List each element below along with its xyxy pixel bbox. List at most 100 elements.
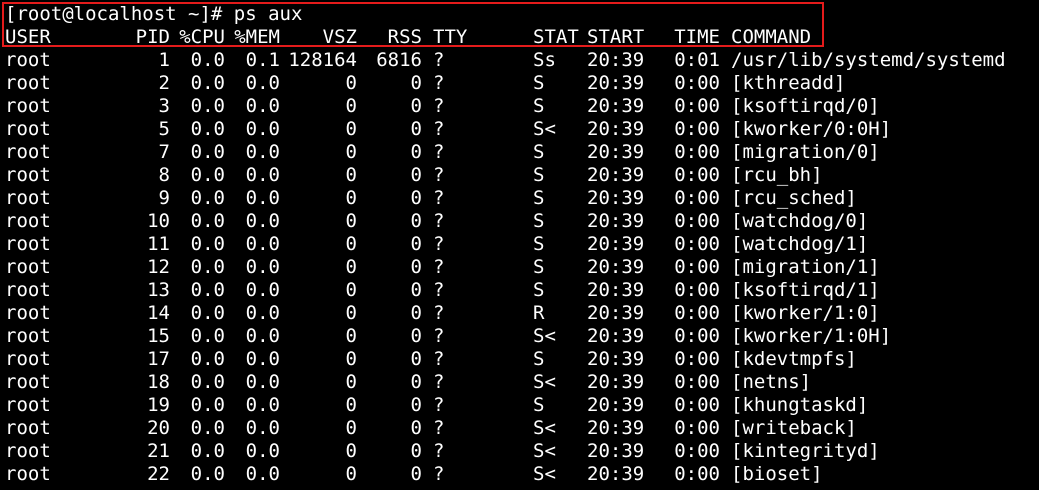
process-stat-cell: S <box>533 164 545 186</box>
process-tty-cell: ? <box>433 95 445 117</box>
process-vsz-cell: 0 <box>345 463 357 485</box>
process-command-cell: /usr/lib/systemd/systemd <box>731 49 1006 71</box>
process-command-cell: [netns] <box>731 371 812 393</box>
process-command-cell: [watchdog/1] <box>731 233 869 255</box>
header-time: TIME <box>674 26 720 48</box>
process-command-cell: [rcu_bh] <box>731 164 823 186</box>
process-vsz-cell: 0 <box>345 417 357 439</box>
process-mem-cell: 0.0 <box>245 325 280 347</box>
process-mem-cell: 0.0 <box>245 463 280 485</box>
process-tty-cell: ? <box>433 463 445 485</box>
process-vsz-cell: 0 <box>345 440 357 462</box>
process-rss-cell: 0 <box>410 72 422 94</box>
process-pid-cell: 8 <box>158 164 170 186</box>
process-time-cell: 0:00 <box>674 210 720 232</box>
process-mem-cell: 0.0 <box>245 72 280 94</box>
process-vsz-cell: 0 <box>345 279 357 301</box>
process-mem-cell: 0.0 <box>245 348 280 370</box>
process-stat-cell: S <box>533 233 545 255</box>
process-time-cell: 0:00 <box>674 141 720 163</box>
process-user-cell: root <box>5 302 51 324</box>
header-stat: STAT <box>533 26 579 48</box>
process-command-cell: [rcu_sched] <box>731 187 857 209</box>
process-stat-cell: S <box>533 187 545 209</box>
process-rss-cell: 0 <box>410 233 422 255</box>
process-pid-cell: 2 <box>158 72 170 94</box>
header-rss: RSS <box>387 26 422 48</box>
process-start-cell: 20:39 <box>587 371 645 393</box>
process-pid-cell: 21 <box>147 440 170 462</box>
process-command-cell: [bioset] <box>731 463 823 485</box>
process-user-cell: root <box>5 95 51 117</box>
process-vsz-cell: 0 <box>345 164 357 186</box>
process-vsz-cell: 0 <box>345 348 357 370</box>
process-start-cell: 20:39 <box>587 279 645 301</box>
process-rss-cell: 0 <box>410 440 422 462</box>
process-cpu-cell: 0.0 <box>190 72 225 94</box>
process-user-cell: root <box>5 141 51 163</box>
process-tty-cell: ? <box>433 348 445 370</box>
process-start-cell: 20:39 <box>587 118 645 140</box>
process-cpu-cell: 0.0 <box>190 187 225 209</box>
process-start-cell: 20:39 <box>587 72 645 94</box>
process-pid-cell: 3 <box>158 95 170 117</box>
process-mem-cell: 0.0 <box>245 233 280 255</box>
process-mem-cell: 0.0 <box>245 256 280 278</box>
process-cpu-cell: 0.0 <box>190 302 225 324</box>
process-cpu-cell: 0.0 <box>190 417 225 439</box>
process-vsz-cell: 0 <box>345 118 357 140</box>
process-mem-cell: 0.0 <box>245 302 280 324</box>
process-tty-cell: ? <box>433 141 445 163</box>
process-command-cell: [watchdog/0] <box>731 210 869 232</box>
process-stat-cell: S <box>533 95 545 117</box>
process-mem-cell: 0.0 <box>245 394 280 416</box>
process-tty-cell: ? <box>433 233 445 255</box>
process-stat-cell: R <box>533 302 545 324</box>
process-command-cell: [kintegrityd] <box>731 440 880 462</box>
header-tty: TTY <box>433 26 468 48</box>
process-start-cell: 20:39 <box>587 141 645 163</box>
process-cpu-cell: 0.0 <box>190 256 225 278</box>
process-pid-cell: 17 <box>147 348 170 370</box>
process-pid-cell: 1 <box>158 49 170 71</box>
process-cpu-cell: 0.0 <box>190 141 225 163</box>
process-user-cell: root <box>5 187 51 209</box>
process-rss-cell: 0 <box>410 141 422 163</box>
process-pid-cell: 7 <box>158 141 170 163</box>
process-mem-cell: 0.0 <box>245 279 280 301</box>
process-tty-cell: ? <box>433 371 445 393</box>
process-user-cell: root <box>5 164 51 186</box>
process-user-cell: root <box>5 463 51 485</box>
process-stat-cell: S <box>533 348 545 370</box>
process-stat-cell: S <box>533 394 545 416</box>
process-cpu-cell: 0.0 <box>190 118 225 140</box>
process-user-cell: root <box>5 210 51 232</box>
process-time-cell: 0:00 <box>674 95 720 117</box>
process-mem-cell: 0.0 <box>245 371 280 393</box>
process-stat-cell: S< <box>533 118 556 140</box>
process-vsz-cell: 0 <box>345 141 357 163</box>
process-start-cell: 20:39 <box>587 95 645 117</box>
process-tty-cell: ? <box>433 210 445 232</box>
process-time-cell: 0:00 <box>674 417 720 439</box>
process-rss-cell: 0 <box>410 417 422 439</box>
process-stat-cell: S <box>533 256 545 278</box>
process-time-cell: 0:00 <box>674 371 720 393</box>
header-start: START <box>587 26 645 48</box>
process-rss-cell: 0 <box>410 256 422 278</box>
process-start-cell: 20:39 <box>587 394 645 416</box>
process-time-cell: 0:00 <box>674 440 720 462</box>
process-tty-cell: ? <box>433 325 445 347</box>
process-start-cell: 20:39 <box>587 325 645 347</box>
process-tty-cell: ? <box>433 394 445 416</box>
header-user: USER <box>5 26 51 48</box>
process-user-cell: root <box>5 371 51 393</box>
process-user-cell: root <box>5 233 51 255</box>
process-time-cell: 0:00 <box>674 325 720 347</box>
process-mem-cell: 0.0 <box>245 210 280 232</box>
process-start-cell: 20:39 <box>587 49 645 71</box>
process-cpu-cell: 0.0 <box>190 164 225 186</box>
terminal-window[interactable]: [root@localhost ~]# ps aux USER PID %CPU… <box>0 0 1039 490</box>
process-tty-cell: ? <box>433 164 445 186</box>
process-pid-cell: 13 <box>147 279 170 301</box>
